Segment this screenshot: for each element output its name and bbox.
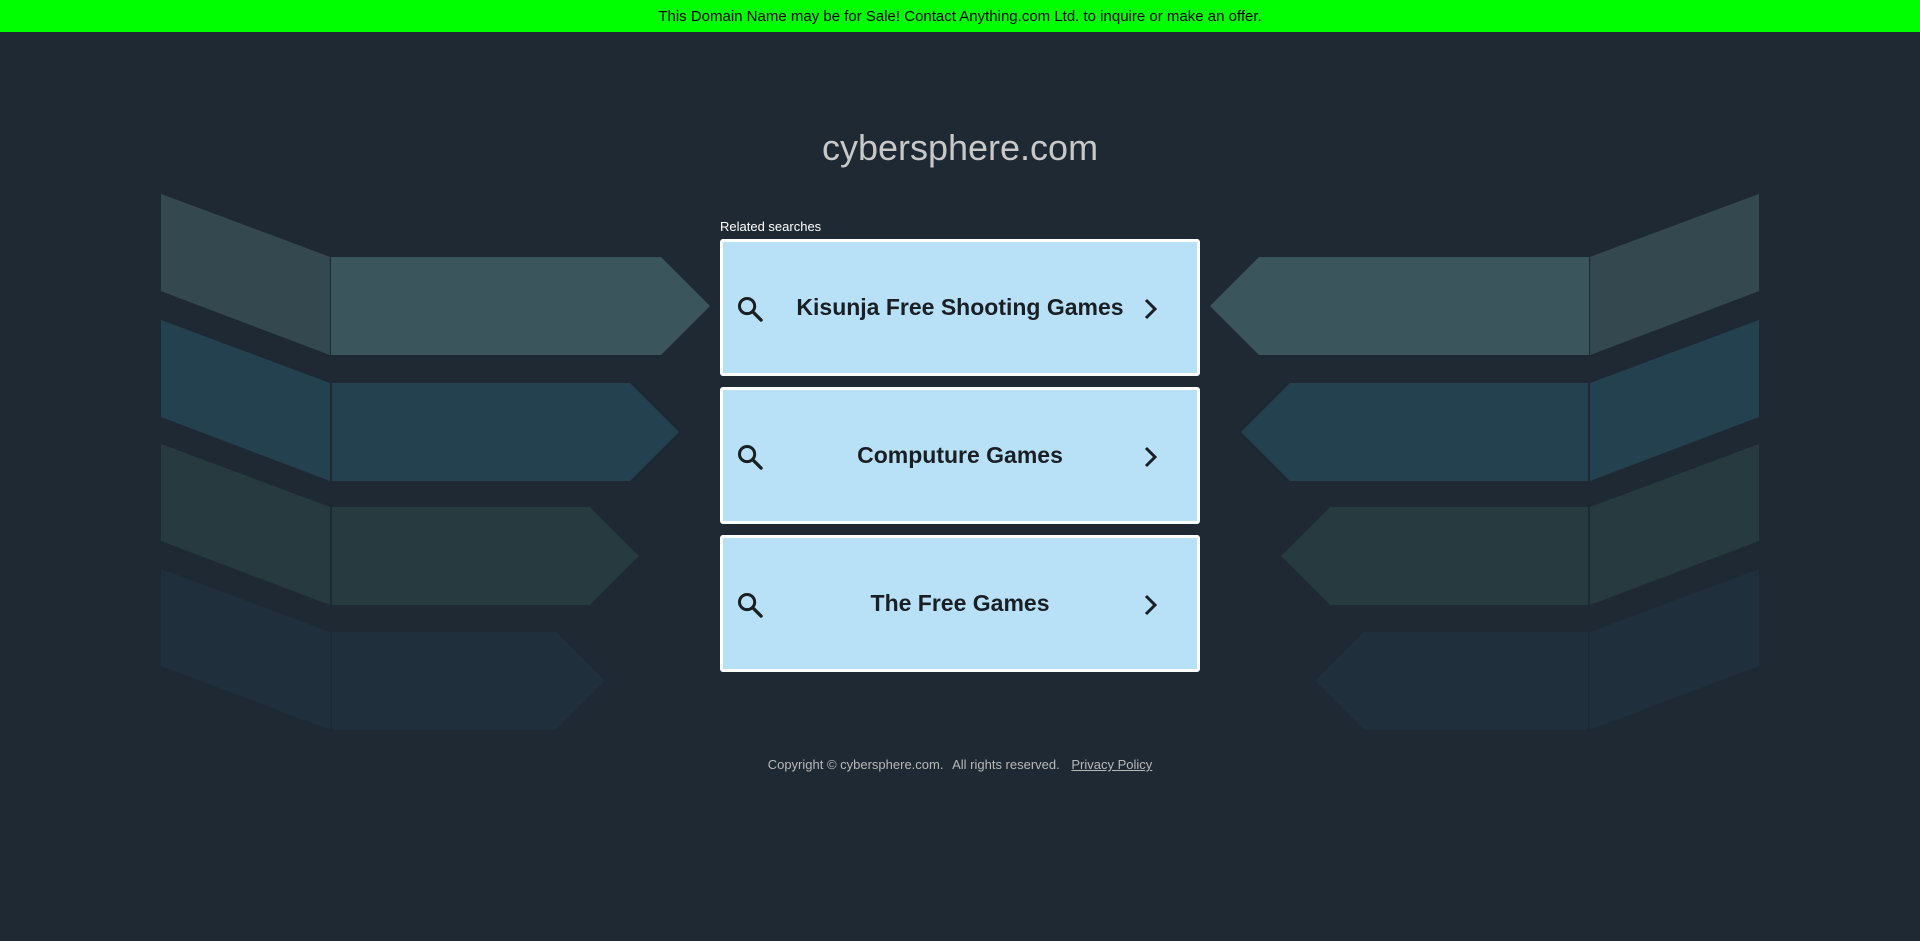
related-search-link-3[interactable]: The Free Games — [720, 535, 1200, 672]
related-search-link-2[interactable]: Computure Games — [720, 387, 1200, 524]
chevron-right-icon — [1144, 298, 1158, 320]
related-search-link-1[interactable]: Kisunja Free Shooting Games — [720, 239, 1200, 376]
search-icon — [737, 296, 763, 322]
related-search-label: Kisunja Free Shooting Games — [796, 294, 1124, 320]
chevron-right-icon — [1144, 446, 1158, 468]
related-searches-label: Related searches — [720, 219, 822, 234]
for-sale-banner[interactable]: This Domain Name may be for Sale! Contac… — [0, 0, 1920, 32]
chevron-right-icon — [1144, 594, 1158, 616]
copyright-text: Copyright © cybersphere.com. — [767, 757, 944, 772]
search-icon — [737, 444, 763, 470]
footer: Copyright © cybersphere.com. All rights … — [0, 757, 1920, 772]
privacy-policy-link[interactable]: Privacy Policy — [1071, 757, 1152, 772]
search-icon — [737, 592, 763, 618]
related-search-label: The Free Games — [870, 590, 1050, 616]
domain-title: cybersphere.com — [821, 127, 1099, 168]
related-search-label: Computure Games — [857, 442, 1063, 468]
rights-text: All rights reserved. — [952, 757, 1060, 772]
